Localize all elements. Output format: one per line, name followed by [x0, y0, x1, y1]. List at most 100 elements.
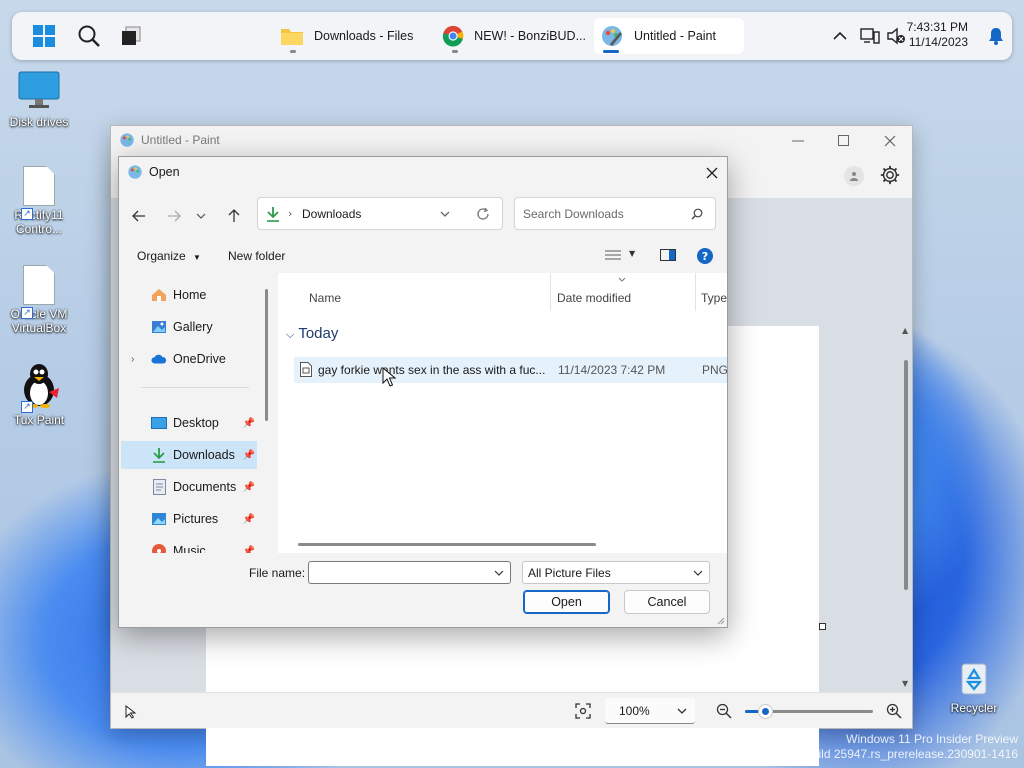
desktop-icon-tux-paint[interactable]: ↗ Tux Paint [1, 362, 77, 427]
nav-item-home[interactable]: Home [121, 281, 257, 309]
new-folder-button[interactable]: New folder [228, 249, 285, 263]
expand-chevron-icon[interactable]: › [131, 354, 151, 365]
clock[interactable]: 7:43:31 PM 11/14/2023 [907, 20, 968, 50]
search-box[interactable]: Search Downloads [514, 197, 716, 230]
open-dialog: Open › Downloads Search Downloads Organi… [118, 156, 728, 628]
chevron-down-icon [196, 213, 206, 219]
desktop-icon-rectify11[interactable]: ↗ Rectify11 Contro... [1, 166, 77, 236]
nav-pane-scrollbar[interactable] [265, 289, 268, 421]
back-button[interactable] [126, 205, 152, 227]
cloud-icon [151, 351, 167, 367]
zoom-slider[interactable] [745, 705, 873, 718]
column-header-date[interactable]: Date modified [557, 291, 631, 305]
pin-icon: 📌 [242, 417, 255, 429]
chevron-down-icon [677, 708, 687, 714]
maximize-button[interactable] [829, 130, 859, 152]
desktop-icon-label: Oracle VM VirtualBox [10, 307, 68, 335]
chevron-down-icon[interactable] [440, 211, 450, 217]
column-separator [550, 273, 551, 311]
shortcut-arrow-icon: ↗ [21, 208, 33, 220]
search-icon [78, 25, 100, 47]
desktop-icon-disk-drives[interactable]: Disk drives [1, 70, 77, 129]
account-button[interactable] [844, 166, 864, 186]
dialog-close-button[interactable] [699, 161, 725, 185]
vertical-scrollbar[interactable]: ▲ ▼ [902, 326, 910, 688]
show-hidden-icons-button[interactable] [826, 22, 854, 50]
refresh-icon[interactable] [476, 207, 490, 221]
nav-item-onedrive[interactable]: › OneDrive [121, 345, 257, 373]
nav-item-desktop[interactable]: Desktop 📌 [121, 409, 257, 437]
taskbar-app-chrome[interactable]: NEW! - BonziBUD... [436, 18, 586, 54]
minimize-button[interactable] [783, 130, 813, 152]
nav-item-documents[interactable]: Documents 📌 [121, 473, 257, 501]
maximize-icon [838, 135, 849, 146]
organize-menu[interactable]: Organize ▼ [137, 249, 201, 263]
column-header-type[interactable]: Type [701, 291, 727, 305]
task-view-button[interactable] [117, 22, 145, 50]
group-header-today[interactable]: ⌵ Today [286, 325, 338, 342]
recent-locations-button[interactable] [192, 205, 210, 227]
nav-item-gallery[interactable]: Gallery [121, 313, 257, 341]
breadcrumb-downloads[interactable]: Downloads [302, 207, 361, 221]
taskbar-app-label: Untitled - Paint [634, 29, 716, 43]
canvas-resize-handle[interactable] [819, 623, 826, 630]
home-icon [151, 287, 167, 303]
nav-item-label: Documents [173, 480, 237, 494]
desktop-icon-label: Tux Paint [13, 413, 65, 427]
network-button[interactable] [856, 22, 884, 50]
desktop-folder-icon [151, 415, 167, 431]
forward-button[interactable] [161, 205, 187, 227]
cancel-button[interactable]: Cancel [624, 590, 710, 614]
watermark-line-2: Evaluation copy. Build 25947.rs_prerelea… [713, 747, 1018, 761]
scrollbar-thumb[interactable] [904, 360, 908, 590]
file-row[interactable]: gay forkie wants sex in the ass with a f… [294, 357, 727, 383]
view-options-button[interactable]: ▼ [605, 249, 635, 264]
file-date: 11/14/2023 7:42 PM [558, 363, 666, 377]
chevron-up-icon [833, 31, 847, 40]
nav-item-label: Pictures [173, 512, 219, 526]
dialog-title: Open [149, 165, 180, 179]
pin-icon: 📌 [242, 449, 255, 461]
settings-button[interactable] [879, 164, 901, 189]
zoom-out-icon[interactable] [716, 703, 732, 719]
desktop-icon-virtualbox[interactable]: ↗ Oracle VM VirtualBox [1, 265, 77, 335]
taskbar-app-paint[interactable]: Untitled - Paint [594, 18, 744, 54]
pin-icon: 📌 [242, 545, 255, 554]
column-header-name[interactable]: Name [309, 291, 341, 305]
close-button[interactable] [875, 130, 905, 152]
zoom-select[interactable]: 100% [605, 698, 695, 724]
horizontal-scrollbar[interactable] [298, 543, 596, 546]
help-icon[interactable]: ? [697, 248, 713, 264]
file-type-filter-select[interactable]: All Picture Files [522, 561, 710, 584]
nav-item-downloads[interactable]: Downloads 📌 [121, 441, 257, 469]
taskbar-app-files[interactable]: Downloads - Files [274, 18, 422, 54]
nav-item-pictures[interactable]: Pictures 📌 [121, 505, 257, 533]
screenshot-icon[interactable] [575, 703, 591, 719]
zoom-in-icon[interactable] [886, 703, 902, 719]
search-button[interactable] [75, 22, 103, 50]
address-bar[interactable]: › Downloads [257, 197, 503, 230]
file-name-input[interactable] [308, 561, 511, 584]
caret-down-icon: ▼ [193, 253, 201, 262]
download-arrow-icon [267, 207, 279, 222]
resize-grip-icon[interactable] [716, 616, 725, 625]
taskbar-app-label: Downloads - Files [314, 29, 414, 43]
preview-pane-button[interactable] [660, 249, 676, 264]
desktop-icon-recycler[interactable]: Recycler [936, 660, 1012, 715]
open-button[interactable]: Open [523, 590, 610, 614]
zoom-slider-thumb[interactable] [759, 705, 772, 718]
chevron-down-icon[interactable] [494, 570, 504, 576]
navigation-pane: Home Gallery › OneDrive Desktop 📌 Downlo… [121, 273, 276, 553]
nav-item-music[interactable]: Music 📌 [121, 537, 257, 553]
up-button[interactable] [221, 205, 247, 227]
document-icon [151, 479, 167, 495]
organize-label: Organize [137, 249, 186, 263]
sort-descending-icon [618, 277, 626, 282]
start-button[interactable] [30, 22, 58, 50]
nav-item-label: Gallery [173, 320, 213, 334]
gallery-icon [151, 319, 167, 335]
search-placeholder: Search Downloads [523, 207, 624, 221]
notifications-button[interactable] [982, 22, 1010, 50]
pin-icon: 📌 [242, 481, 255, 493]
clock-date: 11/14/2023 [908, 35, 968, 49]
